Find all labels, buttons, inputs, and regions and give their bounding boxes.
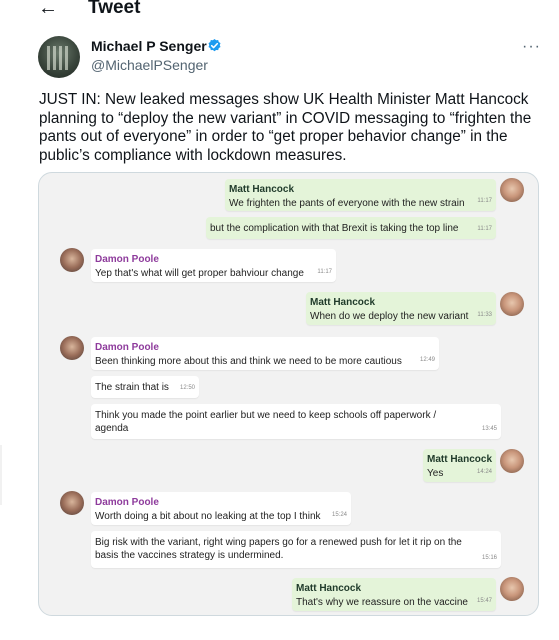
verified-badge-icon xyxy=(208,38,221,52)
matt-hancock-avatar xyxy=(500,292,524,316)
author-avatar[interactable] xyxy=(38,36,80,78)
tweet-text: JUST IN: New leaked messages show UK Hea… xyxy=(39,91,532,164)
chat-message: Big risk with the variant, right wing pa… xyxy=(91,531,501,568)
message-time: 12:50 xyxy=(179,385,195,391)
chat-message: Matt Hancock That's why we reassure on t… xyxy=(292,578,496,611)
message-text: Think you made the point earlier but we … xyxy=(95,410,437,434)
top-bar: ← Tweet xyxy=(0,0,559,22)
more-options-icon[interactable]: ··· xyxy=(522,38,541,56)
chat-message: Matt Hancock When do we deploy the new v… xyxy=(306,292,496,325)
message-text: Yep that's what will get proper bahviour… xyxy=(95,268,304,279)
sidebar-edge xyxy=(0,445,2,505)
message-text: When do we deploy the new variant xyxy=(310,311,469,322)
message-time: 15:47 xyxy=(476,598,492,604)
message-text: We frighten the pants of everyone with t… xyxy=(229,198,465,209)
message-time: 11:17 xyxy=(477,198,492,204)
author-handle[interactable]: @MichaelPSenger xyxy=(91,57,208,73)
matt-hancock-avatar xyxy=(500,577,524,601)
chat-message: Damon Poole Worth doing a bit about no l… xyxy=(91,492,351,525)
matt-hancock-avatar xyxy=(500,449,524,473)
message-time: 11:17 xyxy=(477,226,492,232)
matt-hancock-avatar xyxy=(500,178,524,202)
message-sender: Matt Hancock xyxy=(229,184,295,195)
author-name[interactable]: Michael P Senger xyxy=(91,38,207,54)
tweet-media-image[interactable]: Matt Hancock We frighten the pants of ev… xyxy=(38,172,539,616)
message-text: That's why we reassure on the vaccine xyxy=(296,597,468,608)
message-time: 15:24 xyxy=(331,512,347,518)
message-text: but the complication with that Brexit is… xyxy=(210,223,459,234)
damon-poole-avatar xyxy=(60,491,84,515)
chat-message: but the complication with that Brexit is… xyxy=(206,217,496,239)
message-sender: Matt Hancock xyxy=(310,297,376,308)
chat-message: Think you made the point earlier but we … xyxy=(91,404,501,439)
message-time: 13:45 xyxy=(481,426,497,432)
chat-message: Matt Hancock Yes 14:24 xyxy=(423,449,496,482)
damon-poole-avatar xyxy=(60,248,84,272)
chat-message: Matt Hancock We frighten the pants of ev… xyxy=(225,179,496,211)
page-title: Tweet xyxy=(88,0,141,18)
message-sender: Damon Poole xyxy=(95,254,159,265)
message-text: Worth doing a bit about no leaking at th… xyxy=(95,511,321,522)
message-sender: Damon Poole xyxy=(95,342,159,353)
message-time: 15:16 xyxy=(481,555,497,561)
damon-poole-avatar xyxy=(60,336,84,360)
chat-message: The strain that is 12:50 xyxy=(91,376,199,398)
chat-message: Damon Poole Been thinking more about thi… xyxy=(91,337,439,370)
message-text: Big risk with the variant, right wing pa… xyxy=(95,537,462,561)
message-sender: Matt Hancock xyxy=(296,583,362,594)
chat-message: Damon Poole Yep that's what will get pro… xyxy=(91,249,336,282)
message-time: 11:33 xyxy=(477,312,492,318)
message-time: 11:17 xyxy=(317,269,332,275)
message-sender: Matt Hancock xyxy=(427,454,493,465)
back-arrow-icon[interactable]: ← xyxy=(38,0,58,18)
message-text: Been thinking more about this and think … xyxy=(95,356,402,367)
message-time: 14:24 xyxy=(476,469,492,475)
message-time: 12:49 xyxy=(419,357,435,363)
message-sender: Damon Poole xyxy=(95,497,159,508)
